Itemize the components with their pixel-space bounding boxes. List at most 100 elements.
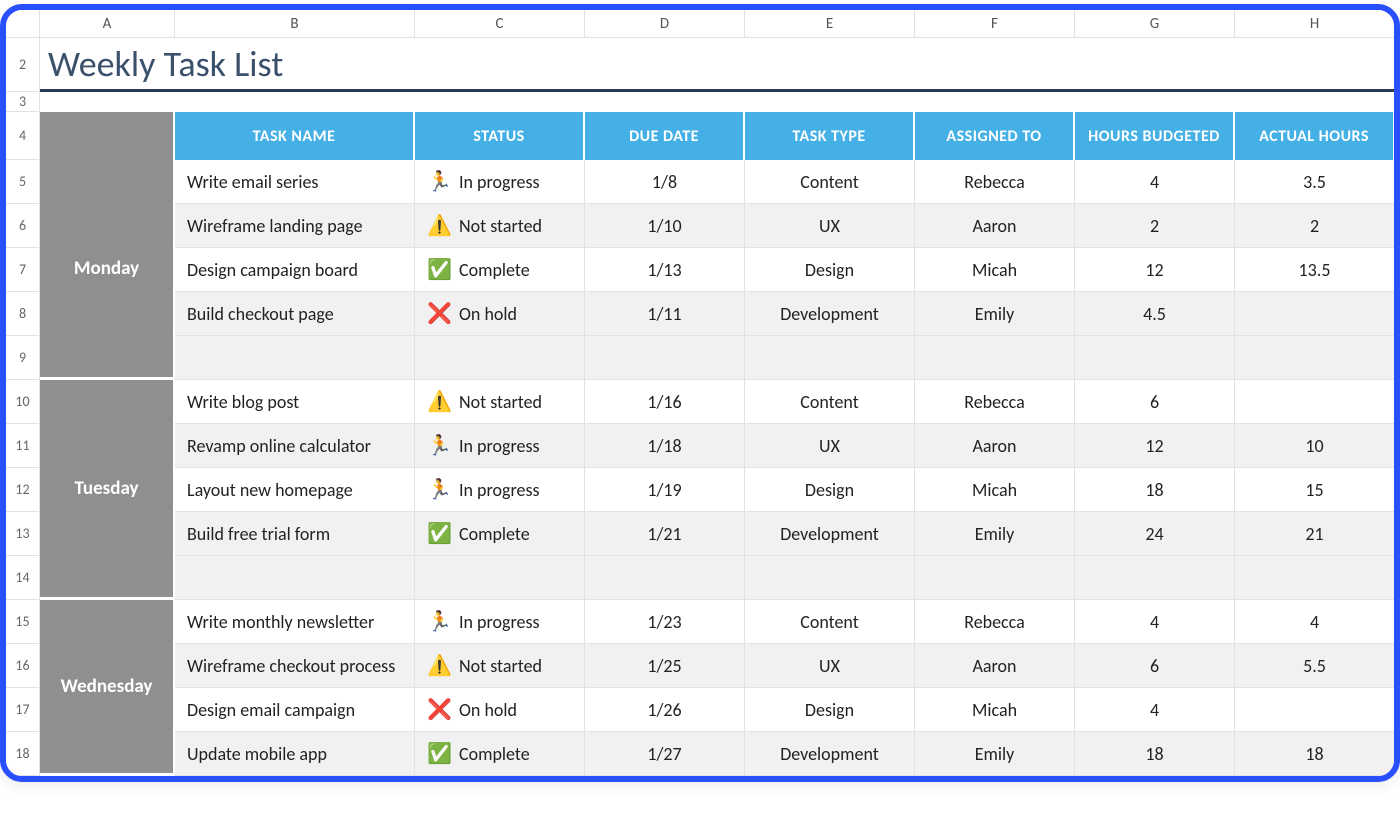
due-date-cell[interactable]: 1/27: [585, 732, 745, 776]
row-number[interactable]: 10: [6, 380, 40, 424]
task-name-cell[interactable]: Wireframe landing page: [175, 204, 415, 248]
row-number[interactable]: 2: [6, 38, 40, 92]
row-number[interactable]: 9: [6, 336, 40, 380]
hours-budgeted-cell[interactable]: 12: [1075, 424, 1235, 468]
row-number[interactable]: 16: [6, 644, 40, 688]
row-number[interactable]: 17: [6, 688, 40, 732]
task-type-cell[interactable]: Design: [745, 248, 915, 292]
assigned-to-cell[interactable]: Aaron: [915, 204, 1075, 248]
hours-budgeted-cell[interactable]: 18: [1075, 732, 1235, 776]
actual-hours-cell[interactable]: 18: [1235, 732, 1395, 776]
row-number[interactable]: 13: [6, 512, 40, 556]
column-header-actual-hours[interactable]: ACTUAL HOURS: [1235, 112, 1395, 160]
due-date-cell[interactable]: 1/19: [585, 468, 745, 512]
due-date-cell[interactable]: 1/10: [585, 204, 745, 248]
assigned-to-cell[interactable]: Aaron: [915, 644, 1075, 688]
column-header[interactable]: C: [415, 10, 585, 38]
assigned-to-cell[interactable]: Aaron: [915, 424, 1075, 468]
column-header[interactable]: E: [745, 10, 915, 38]
task-name-cell[interactable]: Build free trial form: [175, 512, 415, 556]
due-date-cell[interactable]: 1/16: [585, 380, 745, 424]
status-cell[interactable]: ✅Complete: [415, 248, 585, 292]
actual-hours-cell[interactable]: [1235, 380, 1395, 424]
status-cell[interactable]: ⚠️Not started: [415, 204, 585, 248]
column-header-status[interactable]: STATUS: [415, 112, 585, 160]
row-number[interactable]: 5: [6, 160, 40, 204]
task-type-cell[interactable]: UX: [745, 644, 915, 688]
task-name-cell[interactable]: Wireframe checkout process: [175, 644, 415, 688]
hours-budgeted-cell[interactable]: 18: [1075, 468, 1235, 512]
assigned-to-cell[interactable]: Emily: [915, 292, 1075, 336]
hours-budgeted-cell[interactable]: 24: [1075, 512, 1235, 556]
due-date-cell[interactable]: 1/18: [585, 424, 745, 468]
hours-budgeted-cell[interactable]: 6: [1075, 380, 1235, 424]
column-header[interactable]: H: [1235, 10, 1395, 38]
assigned-to-cell[interactable]: Micah: [915, 688, 1075, 732]
actual-hours-cell[interactable]: 5.5: [1235, 644, 1395, 688]
column-header-task-type[interactable]: TASK TYPE: [745, 112, 915, 160]
assigned-to-cell[interactable]: Rebecca: [915, 380, 1075, 424]
column-header-due-date[interactable]: DUE DATE: [585, 112, 745, 160]
task-type-cell[interactable]: Development: [745, 732, 915, 776]
column-header[interactable]: B: [175, 10, 415, 38]
column-header[interactable]: F: [915, 10, 1075, 38]
due-date-cell[interactable]: 1/13: [585, 248, 745, 292]
hours-budgeted-cell[interactable]: 4: [1075, 160, 1235, 204]
task-type-cell[interactable]: Content: [745, 160, 915, 204]
actual-hours-cell[interactable]: 10: [1235, 424, 1395, 468]
task-type-cell[interactable]: Development: [745, 292, 915, 336]
row-number[interactable]: 4: [6, 112, 40, 160]
task-type-cell[interactable]: Development: [745, 512, 915, 556]
row-number[interactable]: 11: [6, 424, 40, 468]
actual-hours-cell[interactable]: [1235, 292, 1395, 336]
column-header-task-name[interactable]: TASK NAME: [175, 112, 415, 160]
hours-budgeted-cell[interactable]: 4: [1075, 688, 1235, 732]
status-cell[interactable]: ⚠️Not started: [415, 380, 585, 424]
hours-budgeted-cell[interactable]: 12: [1075, 248, 1235, 292]
task-type-cell[interactable]: Design: [745, 688, 915, 732]
task-name-cell[interactable]: Write blog post: [175, 380, 415, 424]
column-header-hours-budgeted[interactable]: HOURS BUDGETED: [1075, 112, 1235, 160]
task-name-cell[interactable]: Update mobile app: [175, 732, 415, 776]
assigned-to-cell[interactable]: Emily: [915, 512, 1075, 556]
hours-budgeted-cell[interactable]: 4: [1075, 600, 1235, 644]
status-cell[interactable]: ✅Complete: [415, 732, 585, 776]
actual-hours-cell[interactable]: [1235, 688, 1395, 732]
row-number[interactable]: 7: [6, 248, 40, 292]
task-type-cell[interactable]: UX: [745, 204, 915, 248]
assigned-to-cell[interactable]: Micah: [915, 468, 1075, 512]
actual-hours-cell[interactable]: 4: [1235, 600, 1395, 644]
task-type-cell[interactable]: UX: [745, 424, 915, 468]
task-name-cell[interactable]: Layout new homepage: [175, 468, 415, 512]
due-date-cell[interactable]: 1/21: [585, 512, 745, 556]
column-header[interactable]: D: [585, 10, 745, 38]
row-number[interactable]: 15: [6, 600, 40, 644]
status-cell[interactable]: 🏃In progress: [415, 424, 585, 468]
status-cell[interactable]: 🏃In progress: [415, 160, 585, 204]
column-header[interactable]: G: [1075, 10, 1235, 38]
task-type-cell[interactable]: Design: [745, 468, 915, 512]
column-header[interactable]: A: [40, 10, 175, 38]
assigned-to-cell[interactable]: Emily: [915, 732, 1075, 776]
due-date-cell[interactable]: 1/25: [585, 644, 745, 688]
assigned-to-cell[interactable]: Micah: [915, 248, 1075, 292]
task-type-cell[interactable]: Content: [745, 380, 915, 424]
status-cell[interactable]: ✅Complete: [415, 512, 585, 556]
task-name-cell[interactable]: Revamp online calculator: [175, 424, 415, 468]
actual-hours-cell[interactable]: 2: [1235, 204, 1395, 248]
row-number[interactable]: 6: [6, 204, 40, 248]
due-date-cell[interactable]: 1/23: [585, 600, 745, 644]
status-cell[interactable]: ❌On hold: [415, 688, 585, 732]
hours-budgeted-cell[interactable]: 2: [1075, 204, 1235, 248]
task-type-cell[interactable]: Content: [745, 600, 915, 644]
due-date-cell[interactable]: 1/26: [585, 688, 745, 732]
row-number[interactable]: 14: [6, 556, 40, 600]
due-date-cell[interactable]: 1/8: [585, 160, 745, 204]
actual-hours-cell[interactable]: 13.5: [1235, 248, 1395, 292]
actual-hours-cell[interactable]: 15: [1235, 468, 1395, 512]
row-number[interactable]: 18: [6, 732, 40, 776]
task-name-cell[interactable]: Build checkout page: [175, 292, 415, 336]
task-name-cell[interactable]: Design campaign board: [175, 248, 415, 292]
status-cell[interactable]: ⚠️Not started: [415, 644, 585, 688]
spreadsheet-grid[interactable]: ABCDEFGH2Weekly Task List34TASK NAMESTAT…: [6, 10, 1394, 776]
